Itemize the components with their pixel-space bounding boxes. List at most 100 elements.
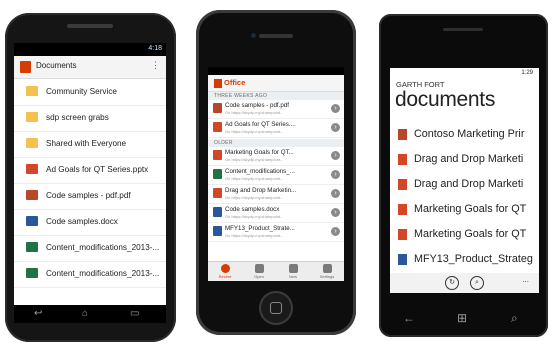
tab-settings[interactable]: Settings bbox=[310, 262, 344, 281]
new-document-icon bbox=[288, 264, 298, 273]
list-item-label: Marketing Goals for QT bbox=[414, 228, 527, 240]
list-item[interactable]: Marketing Goals for QT bbox=[390, 223, 539, 248]
table-row[interactable]: Content_modifications_... On https://sky… bbox=[208, 166, 344, 185]
section-header: OLDER bbox=[208, 139, 344, 147]
row-subtitle: On https://skydp-my.sharepoint... bbox=[225, 129, 284, 134]
chevron-right-icon[interactable]: › bbox=[331, 170, 340, 179]
home-square-icon bbox=[270, 302, 282, 314]
ios-status-bar bbox=[208, 67, 344, 75]
table-row[interactable]: Code samples.docx On https://skydp-my.sh… bbox=[208, 204, 344, 223]
earpiece-speaker bbox=[259, 34, 293, 38]
chevron-right-icon[interactable]: › bbox=[331, 151, 340, 160]
tab-open[interactable]: Open bbox=[242, 262, 276, 281]
app-brand: Office bbox=[224, 78, 246, 87]
pdf-file-icon bbox=[26, 190, 38, 200]
recent-apps-icon[interactable]: ▭ bbox=[130, 308, 139, 319]
word-file-icon bbox=[213, 226, 222, 236]
row-title: Marketing Goals for QT... bbox=[225, 149, 294, 156]
chevron-right-icon[interactable]: › bbox=[331, 227, 340, 236]
list-item-label: Contoso Marketing Prir bbox=[414, 128, 525, 140]
windows-phone-screen: 1:29 GARTH FORT documents Contoso Market… bbox=[390, 68, 539, 293]
appbar-more-icon[interactable]: ... bbox=[522, 275, 529, 284]
overflow-menu-icon[interactable]: ⋮ bbox=[151, 60, 160, 71]
powerpoint-file-icon bbox=[26, 164, 38, 174]
android-app-bar: Documents ⋮ bbox=[14, 56, 166, 79]
row-title: Ad Goals for QT Series.... bbox=[225, 121, 296, 128]
list-item-label: sdp screen grabs bbox=[46, 113, 109, 122]
table-row[interactable]: Drag and Drop Marketin... On https://sky… bbox=[208, 185, 344, 204]
wp-status-time: 1:29 bbox=[521, 70, 533, 76]
excel-file-icon bbox=[213, 169, 222, 179]
refresh-icon[interactable]: ↻ bbox=[445, 276, 459, 290]
row-subtitle: On https://skydp-my.sharepoint... bbox=[225, 214, 284, 219]
table-row[interactable]: Marketing Goals for QT... On https://sky… bbox=[208, 147, 344, 166]
list-item[interactable]: Code samples.docx bbox=[14, 209, 166, 236]
search-icon[interactable]: ⌕ bbox=[511, 311, 518, 326]
tab-new[interactable]: New bbox=[276, 262, 310, 281]
home-icon[interactable]: ⌂ bbox=[82, 308, 88, 319]
row-subtitle: On https://skydp-my.sharepoint... bbox=[225, 176, 284, 181]
powerpoint-file-icon bbox=[213, 188, 222, 198]
gear-icon bbox=[322, 264, 332, 273]
powerpoint-file-icon bbox=[213, 150, 222, 160]
list-item[interactable]: Contoso Marketing Prir bbox=[390, 123, 539, 148]
tab-label: New bbox=[288, 274, 297, 279]
table-row[interactable]: Ad Goals for QT Series.... On https://sk… bbox=[208, 119, 344, 138]
earpiece-speaker bbox=[67, 24, 113, 28]
list-item-label: Content_modifications_2013-... bbox=[46, 269, 160, 278]
list-item[interactable]: Marketing Goals for QT bbox=[390, 198, 539, 223]
list-item[interactable]: Shared with Everyone bbox=[14, 131, 166, 158]
list-item-label: Drag and Drop Marketi bbox=[414, 178, 524, 190]
section-header: THREE WEEKS AGO bbox=[208, 92, 344, 100]
list-item-label: Code samples.docx bbox=[46, 217, 118, 226]
tab-label: Recent bbox=[218, 274, 232, 279]
table-row[interactable]: MFY13_Product_Strate... On https://skydp… bbox=[208, 223, 344, 242]
chevron-right-icon[interactable]: › bbox=[331, 189, 340, 198]
list-item-label: Drag and Drop Marketi bbox=[414, 153, 524, 165]
chevron-right-icon[interactable]: › bbox=[331, 208, 340, 217]
list-item[interactable]: Content_modifications_2013-... bbox=[14, 235, 166, 262]
list-item[interactable]: sdp screen grabs bbox=[14, 105, 166, 132]
back-icon[interactable]: ← bbox=[403, 311, 415, 325]
list-item[interactable]: Drag and Drop Marketi bbox=[390, 173, 539, 198]
search-icon[interactable]: ⌕ bbox=[470, 276, 484, 290]
windows-start-icon[interactable]: ⊞ bbox=[457, 311, 467, 325]
list-item[interactable]: Drag and Drop Marketi bbox=[390, 148, 539, 173]
front-camera bbox=[251, 33, 256, 38]
powerpoint-file-icon bbox=[398, 229, 407, 240]
ios-nav-bar: Office bbox=[208, 75, 344, 92]
android-screen: 4:18 Documents ⋮ Community Service sdp s… bbox=[14, 43, 166, 305]
tab-recent[interactable]: Recent bbox=[208, 262, 242, 281]
android-status-bar: 4:18 bbox=[14, 43, 166, 56]
list-item-label: MFY13_Product_Strateg bbox=[414, 253, 533, 265]
list-item-label: Content_modifications_2013-... bbox=[46, 243, 160, 252]
list-item[interactable]: MFY13_Product_Strateg bbox=[390, 248, 539, 273]
powerpoint-file-icon bbox=[398, 179, 407, 190]
row-title: Code samples - pdf.pdf bbox=[225, 102, 289, 109]
list-item-label: Ad Goals for QT Series.pptx bbox=[46, 165, 149, 174]
chevron-right-icon[interactable]: › bbox=[331, 123, 340, 132]
folder-icon bbox=[26, 112, 38, 122]
ios-tab-bar: Recent Open New Settings bbox=[208, 261, 344, 281]
back-icon[interactable]: ↩ bbox=[34, 308, 42, 319]
windows-phone: 1:29 GARTH FORT documents Contoso Market… bbox=[379, 14, 548, 337]
list-item[interactable]: Code samples - pdf.pdf bbox=[14, 183, 166, 210]
word-file-icon bbox=[26, 216, 38, 226]
folder-icon bbox=[26, 86, 38, 96]
list-item[interactable]: Community Service bbox=[14, 79, 166, 106]
android-page-title: Documents bbox=[36, 61, 77, 70]
office-logo-icon bbox=[20, 61, 31, 73]
earpiece-speaker bbox=[443, 28, 483, 31]
pdf-file-icon bbox=[398, 129, 407, 140]
tab-label: Settings bbox=[319, 274, 335, 279]
folder-icon bbox=[254, 264, 264, 273]
list-item-label: Shared with Everyone bbox=[46, 139, 127, 148]
list-item-label: Code samples - pdf.pdf bbox=[46, 191, 131, 200]
list-item[interactable]: Content_modifications_2013-... bbox=[14, 261, 166, 288]
powerpoint-file-icon bbox=[398, 204, 407, 215]
chevron-right-icon[interactable]: › bbox=[331, 104, 340, 113]
row-subtitle: On https://skydp-my.sharepoint... bbox=[225, 157, 284, 162]
list-item[interactable]: Ad Goals for QT Series.pptx bbox=[14, 157, 166, 184]
table-row[interactable]: Code samples - pdf.pdf On https://skydp-… bbox=[208, 100, 344, 119]
powerpoint-file-icon bbox=[213, 122, 222, 132]
